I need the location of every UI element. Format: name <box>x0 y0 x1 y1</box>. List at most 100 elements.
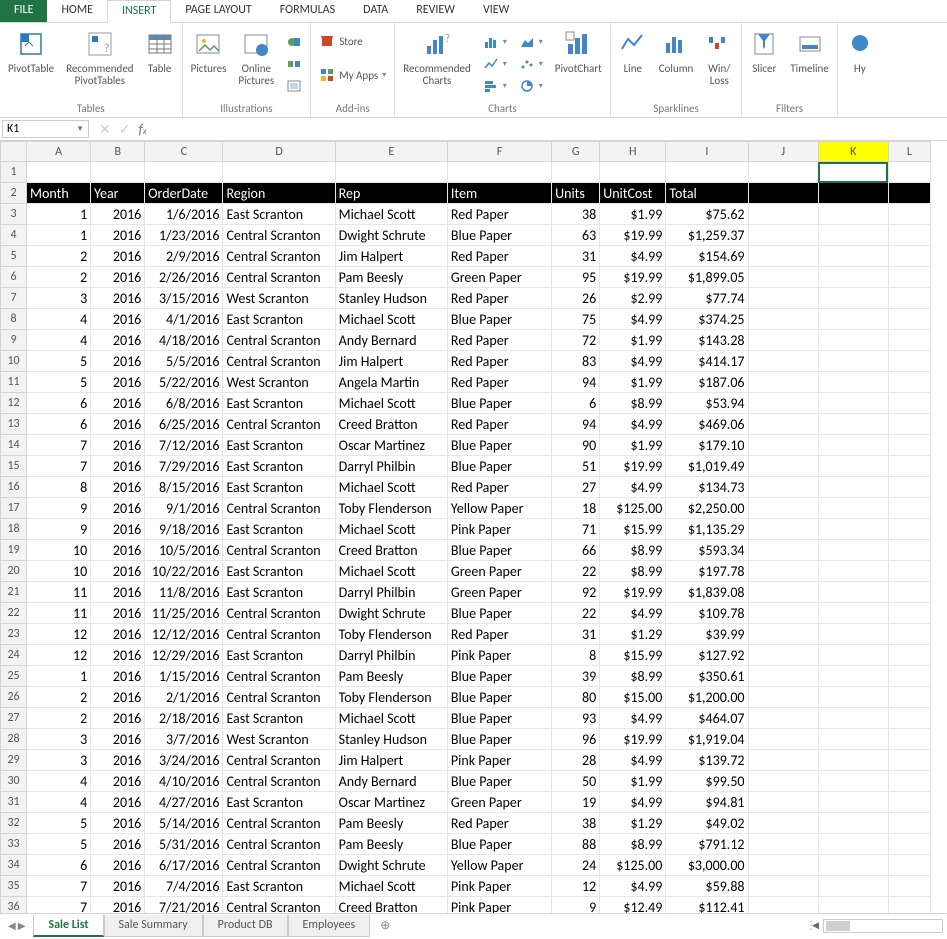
cell[interactable]: 3 <box>27 288 91 309</box>
cell[interactable]: 3 <box>27 729 91 750</box>
cell[interactable]: Michael Scott <box>335 876 447 897</box>
cell[interactable]: Red Paper <box>447 813 551 834</box>
cell[interactable] <box>888 897 930 914</box>
timeline-button[interactable]: Timeline <box>786 25 832 102</box>
sparkline-winloss-button[interactable]: Win/ Loss <box>701 25 737 102</box>
cell[interactable]: 2016 <box>91 834 145 855</box>
cell[interactable] <box>888 309 930 330</box>
cell[interactable]: Michael Scott <box>335 708 447 729</box>
cell[interactable]: Jim Halpert <box>335 246 447 267</box>
smartart-button[interactable] <box>282 54 306 74</box>
cell[interactable]: 2016 <box>91 792 145 813</box>
cell[interactable]: $2.99 <box>600 288 666 309</box>
cell[interactable]: $1.99 <box>600 435 666 456</box>
cell[interactable]: Units <box>552 183 600 204</box>
cell[interactable]: 12 <box>27 645 91 666</box>
cell[interactable]: 9 <box>27 498 91 519</box>
cell[interactable] <box>818 372 888 393</box>
cell[interactable]: 2016 <box>91 309 145 330</box>
cell[interactable]: Red Paper <box>447 624 551 645</box>
row-header[interactable]: 19 <box>1 540 27 561</box>
cell[interactable]: 2 <box>27 246 91 267</box>
cell[interactable] <box>748 540 818 561</box>
cell[interactable]: Year <box>91 183 145 204</box>
cell[interactable]: Red Paper <box>447 330 551 351</box>
cell[interactable] <box>818 204 888 225</box>
cell[interactable] <box>748 351 818 372</box>
column-header[interactable]: J <box>748 142 818 162</box>
cell[interactable]: Stanley Hudson <box>335 288 447 309</box>
cell[interactable] <box>888 225 930 246</box>
row-header[interactable]: 10 <box>1 351 27 372</box>
tab-page-layout[interactable]: PAGE LAYOUT <box>171 0 265 22</box>
cell[interactable]: $1.99 <box>600 372 666 393</box>
cell[interactable]: Toby Flenderson <box>335 624 447 645</box>
cell[interactable]: UnitCost <box>600 183 666 204</box>
cell[interactable]: 72 <box>552 330 600 351</box>
cell[interactable]: $112.41 <box>666 897 748 914</box>
row-header[interactable]: 9 <box>1 330 27 351</box>
cell[interactable]: East Scranton <box>223 393 335 414</box>
cell[interactable]: 3/7/2016 <box>145 729 223 750</box>
cell[interactable]: Red Paper <box>447 372 551 393</box>
row-header[interactable]: 16 <box>1 477 27 498</box>
cell[interactable]: 11 <box>27 603 91 624</box>
select-all-button[interactable] <box>1 142 27 162</box>
cell[interactable]: 66 <box>552 540 600 561</box>
cell[interactable]: Central Scranton <box>223 771 335 792</box>
cell[interactable]: Yellow Paper <box>447 498 551 519</box>
cell[interactable] <box>888 561 930 582</box>
cell[interactable] <box>888 288 930 309</box>
column-header[interactable]: I <box>666 142 748 162</box>
cell[interactable]: Central Scranton <box>223 540 335 561</box>
cell[interactable]: Green Paper <box>447 792 551 813</box>
column-header[interactable]: L <box>888 142 930 162</box>
cell[interactable]: 88 <box>552 834 600 855</box>
cell[interactable] <box>818 330 888 351</box>
store-button[interactable]: Store <box>315 31 390 51</box>
column-header[interactable]: B <box>91 142 145 162</box>
cell[interactable]: East Scranton <box>223 204 335 225</box>
cell[interactable]: Toby Flenderson <box>335 498 447 519</box>
cell[interactable]: 2016 <box>91 225 145 246</box>
cell[interactable]: Blue Paper <box>447 708 551 729</box>
horizontal-scrollbar[interactable]: ◀▶ <box>823 919 943 933</box>
cell[interactable] <box>818 498 888 519</box>
row-header[interactable]: 32 <box>1 813 27 834</box>
cell[interactable] <box>818 792 888 813</box>
cell[interactable]: $469.06 <box>666 414 748 435</box>
cell[interactable]: $154.69 <box>666 246 748 267</box>
cell[interactable]: Michael Scott <box>335 477 447 498</box>
cell[interactable]: $593.34 <box>666 540 748 561</box>
cell[interactable] <box>818 267 888 288</box>
cell[interactable]: $4.99 <box>600 309 666 330</box>
cell[interactable] <box>818 834 888 855</box>
column-header[interactable]: F <box>447 142 551 162</box>
row-header[interactable]: 4 <box>1 225 27 246</box>
cell[interactable]: $1,919.04 <box>666 729 748 750</box>
pictures-button[interactable]: Pictures <box>187 25 231 102</box>
cell[interactable] <box>748 267 818 288</box>
fx-icon[interactable]: fx <box>138 121 146 138</box>
cell[interactable] <box>748 456 818 477</box>
cell[interactable] <box>818 309 888 330</box>
cell[interactable]: 6 <box>552 393 600 414</box>
row-header[interactable]: 17 <box>1 498 27 519</box>
cell[interactable]: Central Scranton <box>223 603 335 624</box>
cell[interactable]: 1/23/2016 <box>145 225 223 246</box>
cell[interactable]: 2016 <box>91 288 145 309</box>
cell[interactable] <box>818 225 888 246</box>
cell[interactable]: 5 <box>27 351 91 372</box>
cell[interactable] <box>888 414 930 435</box>
row-header[interactable]: 24 <box>1 645 27 666</box>
name-box[interactable]: K1▼ <box>2 120 89 138</box>
cell[interactable]: East Scranton <box>223 561 335 582</box>
cell[interactable] <box>748 435 818 456</box>
cell[interactable] <box>818 687 888 708</box>
cell[interactable]: 2016 <box>91 477 145 498</box>
cell[interactable]: 2/26/2016 <box>145 267 223 288</box>
column-header[interactable]: H <box>600 142 666 162</box>
cell[interactable]: 7/4/2016 <box>145 876 223 897</box>
cell[interactable]: 2016 <box>91 708 145 729</box>
cell[interactable] <box>748 729 818 750</box>
